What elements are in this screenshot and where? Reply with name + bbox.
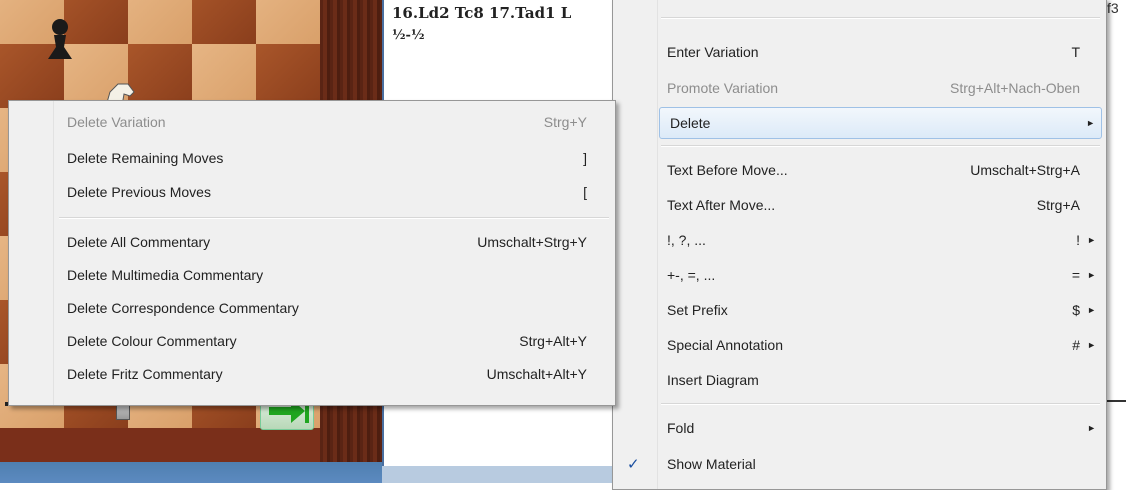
menu-item-delete-fritz-commentary[interactable]: Delete Fritz Commentary Umschalt+Alt+Y <box>57 359 611 389</box>
background-divider <box>1105 400 1126 402</box>
menu-gutter <box>9 101 54 405</box>
menu-item-delete-all-commentary[interactable]: Delete All Commentary Umschalt+Strg+Y <box>57 227 611 257</box>
black-pawn-icon[interactable] <box>40 15 80 65</box>
game-result: ½-½ <box>392 28 425 43</box>
menu-item-delete-previous-moves[interactable]: Delete Previous Moves [ <box>57 177 611 207</box>
menu-item-special-annotation[interactable]: Special Annotation # ► <box>657 330 1102 360</box>
menu-item-insert-diagram[interactable]: Insert Diagram <box>657 365 1102 395</box>
notation-line[interactable]: 16.Ld2 Tc8 17.Tad1 L <box>384 4 614 22</box>
menu-item-delete-remaining-moves[interactable]: Delete Remaining Moves ] <box>57 143 611 173</box>
menu-item-promote-variation[interactable]: Promote Variation Strg+Alt+Nach-Oben <box>657 73 1102 103</box>
menu-item-set-prefix[interactable]: Set Prefix $ ► <box>657 295 1102 325</box>
submenu-arrow-icon: ► <box>1086 118 1095 128</box>
menu-separator <box>661 17 1100 19</box>
menu-gutter <box>613 0 658 489</box>
submenu-arrow-icon: ► <box>1087 270 1096 280</box>
menu-item-enter-variation[interactable]: Enter Variation T <box>657 37 1102 67</box>
submenu-arrow-icon: ► <box>1087 235 1096 245</box>
submenu-arrow-icon: ► <box>1087 340 1096 350</box>
menu-separator <box>661 403 1100 405</box>
background-window-edge: f3 <box>1105 0 1126 483</box>
checkmark-icon: ✓ <box>627 456 640 473</box>
menu-item-delete-variation[interactable]: Delete Variation Strg+Y <box>57 107 611 137</box>
context-menu: Enter Variation T Promote Variation Strg… <box>612 0 1107 490</box>
menu-item-delete-multimedia-commentary[interactable]: Delete Multimedia Commentary <box>57 260 611 290</box>
menu-separator <box>661 145 1100 147</box>
background-text: f3 <box>1107 0 1119 16</box>
menu-item-text-after-move[interactable]: Text After Move... Strg+A <box>657 190 1102 220</box>
menu-item-delete[interactable]: Delete ► <box>659 107 1102 139</box>
menu-separator <box>59 217 609 219</box>
menu-item-delete-colour-commentary[interactable]: Delete Colour Commentary Strg+Alt+Y <box>57 326 611 356</box>
delete-submenu: Delete Variation Strg+Y Delete Remaining… <box>8 100 616 406</box>
submenu-arrow-icon: ► <box>1087 423 1096 433</box>
menu-item-delete-correspondence-commentary[interactable]: Delete Correspondence Commentary <box>57 293 611 323</box>
menu-item-show-material[interactable]: Show Material <box>657 449 1102 479</box>
menu-item-fold[interactable]: Fold ► <box>657 413 1102 443</box>
submenu-arrow-icon: ► <box>1087 305 1096 315</box>
board-status-strip <box>0 462 382 483</box>
notation-footer <box>382 466 612 483</box>
menu-item-text-before-move[interactable]: Text Before Move... Umschalt+Strg+A <box>657 155 1102 185</box>
menu-item-move-annotation[interactable]: !, ?, ... ! ► <box>657 225 1102 255</box>
menu-item-position-annotation[interactable]: +-, =, ... = ► <box>657 260 1102 290</box>
